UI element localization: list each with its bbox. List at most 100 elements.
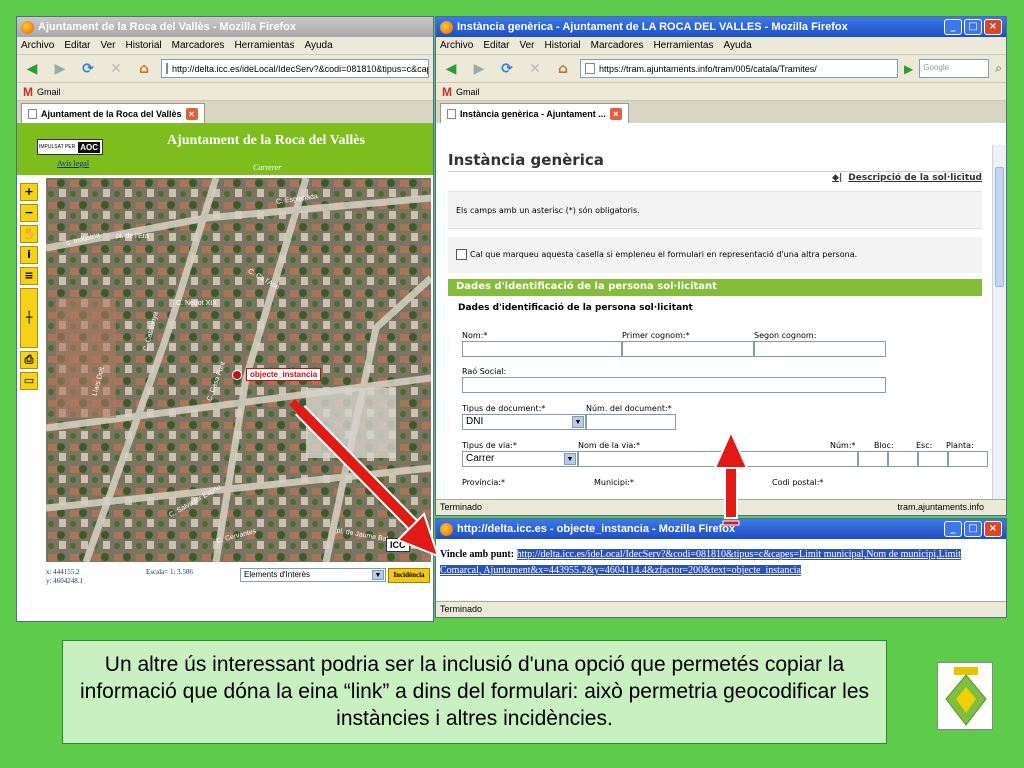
lock-icon [585, 63, 595, 74]
maximize-button[interactable]: □ [964, 521, 982, 537]
incidencia-button[interactable]: Incidència [388, 568, 430, 583]
heading-rule [448, 171, 982, 172]
minimize-button[interactable]: _ [944, 521, 962, 537]
measure-icon[interactable]: ▭ [20, 372, 38, 390]
nom-via-input[interactable] [578, 451, 858, 467]
search-icon[interactable]: ⌕ [995, 61, 1002, 76]
representation-checkbox-label: Cal que marqueu aquesta casella si emple… [470, 250, 858, 259]
menu-historial[interactable]: Historial [545, 40, 581, 51]
zoom-out-icon[interactable]: − [20, 204, 38, 222]
zoom-in-icon[interactable]: + [20, 183, 38, 201]
num-document-input[interactable] [586, 414, 676, 430]
instancia-form: Instància genèrica ◆| Descripció de la so… [438, 145, 994, 502]
popup-status-text: Terminado [440, 604, 483, 614]
menu-historial[interactable]: Historial [126, 40, 162, 51]
menu-marcadores[interactable]: Marcadores [591, 40, 644, 51]
reload-icon[interactable]: ⟳ [496, 58, 518, 80]
home-icon[interactable]: ⌂ [133, 58, 155, 80]
popup-content: Vincle amb punt: http://delta.icc.es/ide… [440, 547, 980, 579]
section-bar: Dades d'identificació de la persona sol·… [448, 279, 982, 296]
menu-ayuda[interactable]: Ayuda [723, 40, 751, 51]
label-segon-cognom: Segon cognom: [754, 331, 817, 340]
num-input[interactable] [858, 451, 888, 467]
layers-icon[interactable]: ≡ [20, 267, 38, 285]
menu-ver[interactable]: Ver [100, 40, 115, 51]
scroll-thumb[interactable] [995, 167, 1004, 287]
close-tab-icon[interactable]: × [185, 107, 198, 120]
map-marker-label: objecte_instancia [246, 368, 322, 381]
close-window-button[interactable]: × [984, 521, 1002, 537]
bookmark-gmail[interactable]: Gmail [37, 87, 61, 97]
tab-label: Ajuntament de la Roca del Vallès [41, 108, 182, 119]
gmail-icon: M [23, 84, 33, 99]
tab-ajuntament[interactable]: Ajuntament de la Roca del Vallès × [21, 103, 205, 123]
label-nom: Nom:* [462, 331, 488, 340]
home-icon[interactable]: ⌂ [552, 58, 574, 80]
menu-ayuda[interactable]: Ayuda [304, 40, 332, 51]
minimize-button[interactable]: _ [944, 19, 962, 35]
tab-page-icon [28, 108, 37, 119]
left-menubar: Archivo Editar Ver Historial Marcadores … [17, 37, 433, 55]
menu-editar[interactable]: Editar [64, 40, 90, 51]
reload-icon[interactable]: ⟳ [77, 58, 99, 80]
close-tab-icon[interactable]: × [609, 107, 622, 120]
descripcio-link-text: Descripció de la sol·licitud [848, 173, 982, 183]
label-esc: Esc: [916, 441, 933, 450]
popup-window: http://delta.icc.es - objecte_instancia … [435, 518, 1007, 618]
nom-input[interactable] [462, 341, 622, 357]
elements-select[interactable]: Elements d'Interès ▼ [240, 568, 386, 582]
label-tipus-via: Tipus de via:* [462, 441, 517, 450]
info-pointer-icon[interactable]: i [20, 246, 38, 264]
descripcio-link[interactable]: ◆| Descripció de la sol·licitud [832, 173, 982, 183]
back-icon[interactable]: ◀ [21, 58, 43, 80]
search-box[interactable]: Google [919, 59, 990, 78]
representation-checkbox[interactable] [456, 249, 467, 260]
avis-legal-link[interactable]: Avís legal [57, 159, 89, 168]
gmail-icon: M [442, 84, 452, 99]
rao-social-input[interactable] [462, 377, 886, 393]
vincle-label: Vincle amb punt: [440, 549, 515, 560]
firefox-icon [21, 20, 34, 34]
forward-icon[interactable]: ▶ [49, 58, 71, 80]
back-icon[interactable]: ◀ [440, 58, 462, 80]
label-planta: Planta: [946, 441, 974, 450]
tipus-via-select[interactable]: Carrer ▼ [462, 451, 578, 467]
tab-instancia[interactable]: Instància genèrica - Ajuntament ... × [440, 103, 629, 123]
zoom-slider[interactable]: ┼ [20, 288, 38, 348]
stop-icon[interactable]: ✕ [105, 58, 127, 80]
aerial-map[interactable]: c. Indústria C. Esplanada pl. de l'Era C… [46, 178, 431, 562]
popup-statusbar: Terminado [436, 601, 1006, 617]
esc-input[interactable] [918, 451, 948, 467]
primer-cognom-input[interactable] [622, 341, 754, 357]
bloc-input[interactable] [888, 451, 918, 467]
menu-editar[interactable]: Editar [483, 40, 509, 51]
segon-cognom-input[interactable] [754, 341, 886, 357]
vertical-scrollbar[interactable] [992, 145, 1006, 502]
tipus-document-select[interactable]: DNI ▼ [462, 414, 586, 430]
map-marker-icon[interactable] [232, 370, 242, 380]
menu-archivo[interactable]: Archivo [21, 40, 54, 51]
menu-marcadores[interactable]: Marcadores [172, 40, 225, 51]
label-tipus-document: Tipus de document:* [462, 404, 546, 413]
menu-ver[interactable]: Ver [519, 40, 534, 51]
right-titlebar: Instància genèrica - Ajuntament de LA RO… [436, 17, 1006, 37]
forward-icon[interactable]: ▶ [468, 58, 490, 80]
vincle-link[interactable]: http://delta.icc.es/ideLocal/IdecServ?&c… [440, 549, 961, 576]
menu-archivo[interactable]: Archivo [440, 40, 473, 51]
stop-icon[interactable]: ✕ [524, 58, 546, 80]
chevron-down-icon: ▼ [372, 570, 384, 580]
menu-herramientas[interactable]: Herramientas [653, 40, 713, 51]
label-codi-postal: Codi postal:* [772, 478, 824, 487]
left-navbar: ◀ ▶ ⟳ ✕ ⌂ http://delta.icc.es/ideLocal/I… [17, 55, 433, 83]
right-url-bar[interactable]: https://tram.ajuntaments.info/tram/005/c… [580, 59, 899, 78]
popup-title: http://delta.icc.es - objecte_instancia … [457, 523, 736, 535]
print-icon[interactable]: ⎙ [20, 351, 38, 369]
pan-hand-icon[interactable]: ✋ [20, 225, 38, 243]
maximize-button[interactable]: □ [964, 19, 982, 35]
bookmark-gmail[interactable]: Gmail [456, 87, 480, 97]
menu-herramientas[interactable]: Herramientas [234, 40, 294, 51]
left-url-bar[interactable]: http://delta.icc.es/ideLocal/IdecServ?&c… [161, 59, 429, 78]
planta-input[interactable] [948, 451, 988, 467]
go-icon[interactable]: ▶ [904, 62, 913, 76]
close-window-button[interactable]: × [984, 19, 1002, 35]
